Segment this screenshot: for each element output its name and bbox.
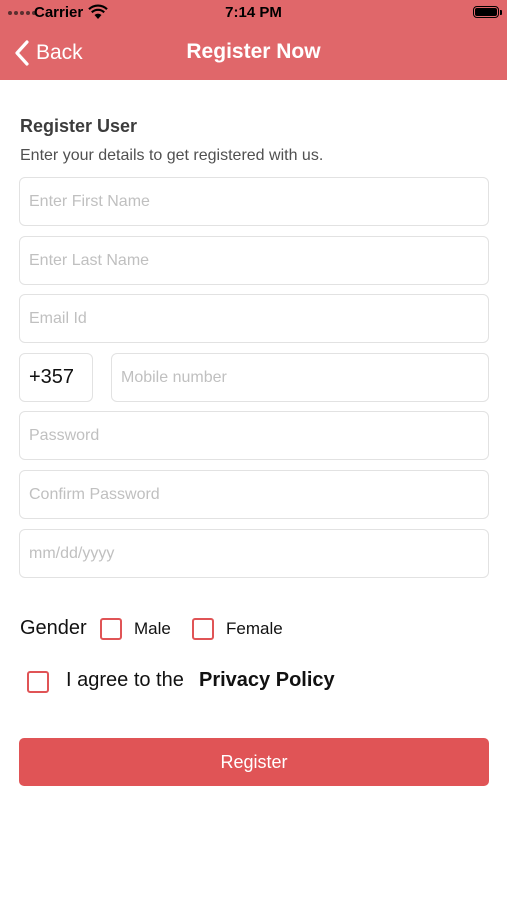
status-time: 7:14 PM bbox=[225, 4, 282, 21]
first-name-input[interactable] bbox=[19, 177, 489, 226]
form-subheading: Enter your details to get registered wit… bbox=[20, 147, 324, 164]
form-heading: Register User bbox=[20, 116, 138, 136]
agree-text: I agree to the bbox=[66, 669, 184, 691]
status-bar: Carrier 7:14 PM bbox=[0, 0, 507, 26]
male-label: Male bbox=[134, 619, 171, 638]
battery-icon bbox=[473, 6, 502, 18]
female-checkbox[interactable] bbox=[192, 618, 214, 640]
male-checkbox[interactable] bbox=[100, 618, 122, 640]
gender-label: Gender bbox=[20, 617, 87, 639]
date-of-birth-input[interactable] bbox=[19, 529, 489, 578]
country-code-select[interactable]: +357 bbox=[19, 353, 93, 402]
last-name-input[interactable] bbox=[19, 236, 489, 285]
female-label: Female bbox=[226, 619, 283, 638]
confirm-password-input[interactable] bbox=[19, 470, 489, 519]
register-button[interactable]: Register bbox=[19, 738, 489, 786]
agree-checkbox[interactable] bbox=[27, 671, 49, 693]
mobile-number-input[interactable] bbox=[111, 353, 489, 402]
page-title: Register Now bbox=[186, 40, 321, 63]
privacy-policy-link[interactable]: Privacy Policy bbox=[199, 669, 335, 692]
email-input[interactable] bbox=[19, 294, 489, 343]
password-input[interactable] bbox=[19, 411, 489, 460]
navigation-header: Carrier 7:14 PM Back Register Now bbox=[0, 0, 507, 80]
